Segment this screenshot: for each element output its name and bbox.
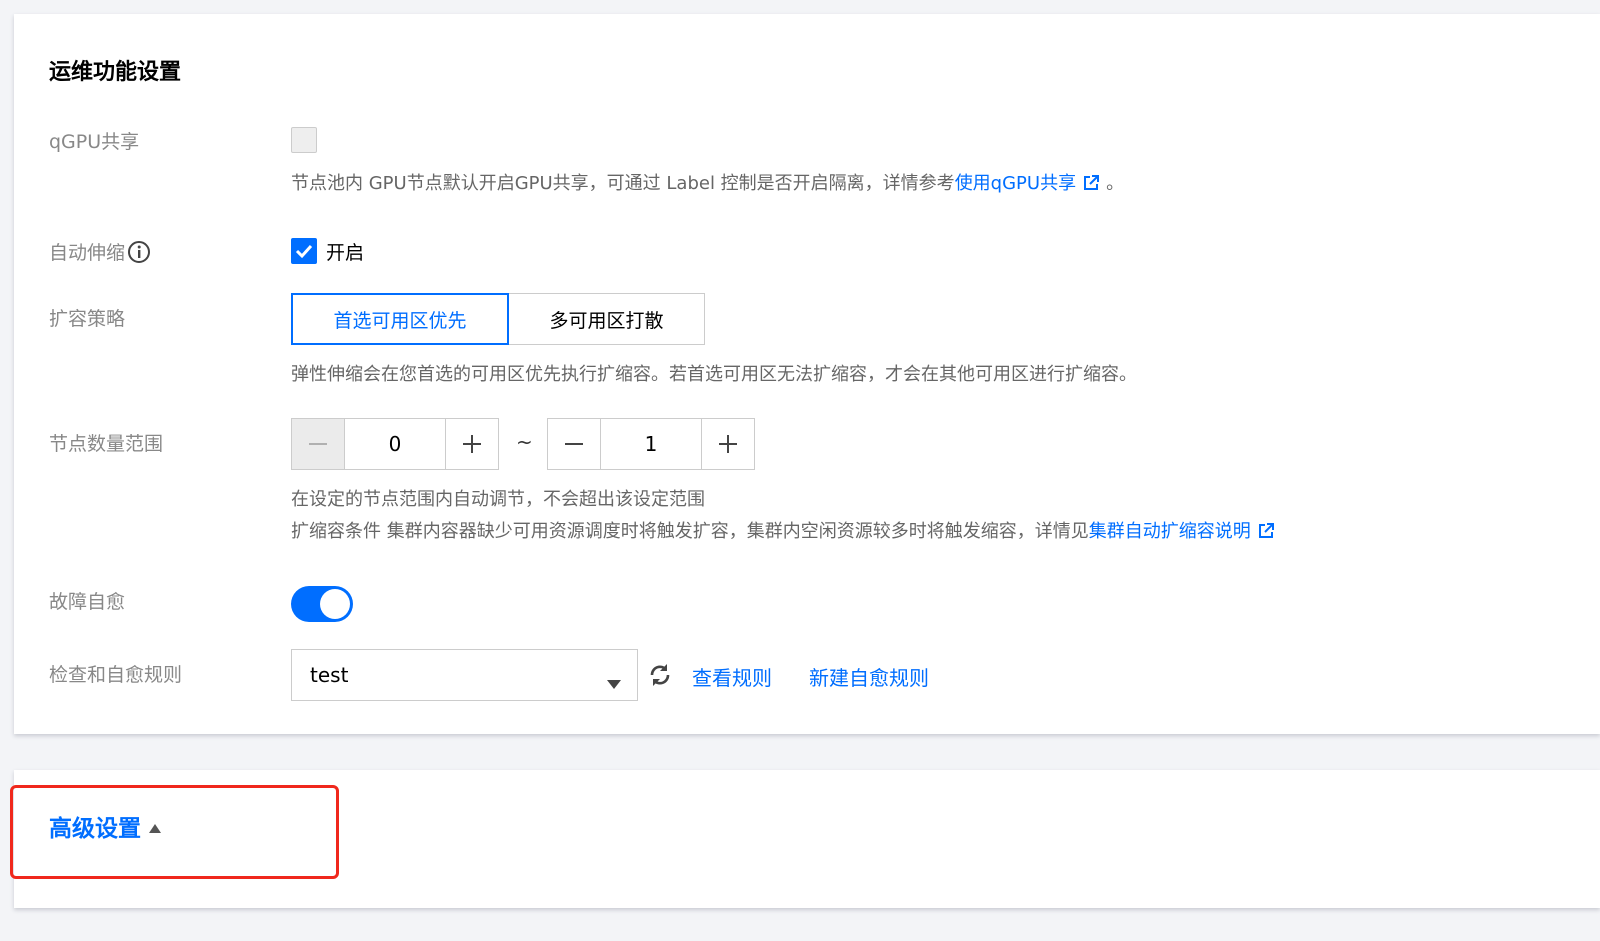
info-icon[interactable]: [127, 240, 151, 271]
node-range-label: 节点数量范围: [49, 433, 164, 455]
highlight-box: [10, 785, 339, 879]
autoscale-label: 自动伸缩: [49, 240, 151, 271]
range-separator: ~: [516, 430, 533, 454]
autoscale-label-text: 自动伸缩: [49, 242, 126, 264]
node-range-desc-line2: 扩缩容条件 集群内容器缺少可用资源调度时将触发扩容，集群内空闲资源较多时将触发缩…: [291, 519, 1275, 548]
new-heal-rule-link[interactable]: 新建自愈规则: [809, 662, 929, 691]
max-increment-button[interactable]: [701, 419, 754, 469]
min-decrement-button[interactable]: [292, 419, 345, 469]
min-increment-button[interactable]: [445, 419, 498, 469]
min-nodes-value[interactable]: 0: [345, 419, 445, 469]
qgpu-checkbox[interactable]: [291, 127, 317, 153]
external-link-icon[interactable]: [1257, 522, 1275, 548]
check-icon: [295, 244, 313, 259]
autoscale-doc-link[interactable]: 集群自动扩缩容说明: [1089, 521, 1251, 542]
strategy-label: 扩容策略: [49, 308, 126, 330]
minus-icon: [565, 443, 583, 445]
qgpu-doc-link[interactable]: 使用qGPU共享: [955, 173, 1076, 194]
qgpu-desc-suffix: 。: [1106, 173, 1125, 194]
section-title: 运维功能设置: [49, 60, 182, 85]
plus-icon: [463, 435, 481, 453]
max-decrement-button[interactable]: [548, 419, 601, 469]
self-heal-label: 故障自愈: [49, 591, 126, 613]
toggle-knob: [320, 589, 350, 619]
strategy-option-multi-zone[interactable]: 多可用区打散: [509, 293, 705, 345]
qgpu-desc-text: 节点池内 GPU节点默认开启GPU共享，可通过 Label 控制是否开启隔离，详…: [291, 173, 955, 194]
external-link-icon[interactable]: [1082, 174, 1100, 200]
max-nodes-value[interactable]: 1: [601, 419, 701, 469]
strategy-description: 弹性伸缩会在您首选的可用区优先执行扩缩容。若首选可用区无法扩缩容，才会在其他可用…: [291, 364, 1137, 385]
strategy-segmented-control: 首选可用区优先 多可用区打散: [291, 293, 705, 345]
autoscale-checkbox[interactable]: [291, 238, 317, 264]
minus-icon: [309, 443, 327, 445]
refresh-icon[interactable]: [648, 662, 672, 692]
min-nodes-stepper: 0: [291, 418, 499, 470]
heal-rule-select[interactable]: test: [291, 649, 638, 701]
caret-down-icon: [607, 671, 621, 695]
qgpu-label: qGPU共享: [49, 131, 140, 153]
strategy-option-preferred-zone[interactable]: 首选可用区优先: [291, 293, 509, 345]
plus-icon: [719, 435, 737, 453]
heal-rule-label: 检查和自愈规则: [49, 664, 183, 686]
qgpu-description: 节点池内 GPU节点默认开启GPU共享，可通过 Label 控制是否开启隔离，详…: [291, 171, 1124, 200]
view-rules-link[interactable]: 查看规则: [692, 662, 772, 691]
max-nodes-stepper: 1: [547, 418, 755, 470]
autoscale-checkbox-text[interactable]: 开启: [326, 240, 364, 266]
node-range-desc-text: 扩缩容条件 集群内容器缺少可用资源调度时将触发扩容，集群内空闲资源较多时将触发缩…: [291, 521, 1089, 542]
node-range-desc-line1: 在设定的节点范围内自动调节，不会超出该设定范围: [291, 489, 705, 510]
self-heal-toggle[interactable]: [291, 586, 353, 622]
heal-rule-select-value: test: [310, 663, 349, 687]
